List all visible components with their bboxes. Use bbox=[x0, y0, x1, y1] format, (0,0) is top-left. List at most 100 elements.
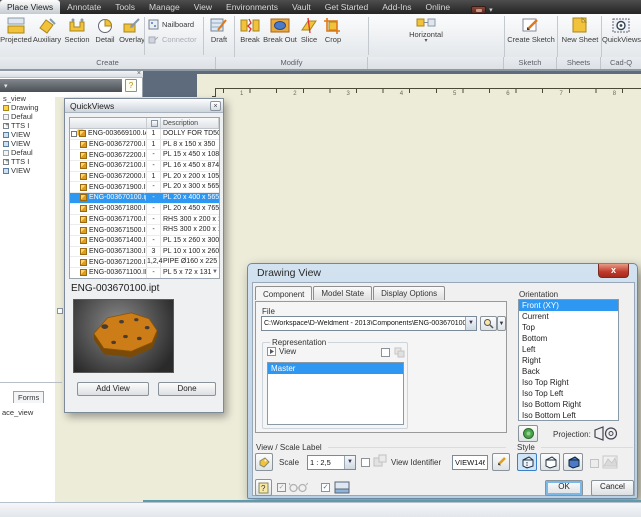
auxiliary-button[interactable]: Auxiliary bbox=[32, 16, 62, 56]
menu-tab[interactable]: Manage bbox=[142, 0, 187, 14]
view-identifier-input[interactable] bbox=[452, 455, 488, 470]
panel-label-modify[interactable]: Modify bbox=[216, 57, 368, 69]
dialog-tab[interactable]: Display Options bbox=[373, 286, 446, 300]
orientation-item[interactable]: Iso Top Left bbox=[519, 388, 618, 399]
style-shaded-button[interactable] bbox=[563, 453, 583, 471]
slice-button[interactable]: Slice bbox=[297, 16, 321, 56]
table-row[interactable]: ENG-003671900.IPT - PL 20 x 300 x 565 bbox=[70, 182, 219, 194]
table-row[interactable]: ENG-003672100.IPT - PL 16 x 450 x 874 bbox=[70, 161, 219, 172]
table-row[interactable]: ENG-003669100.IAM 1 DOLLY FOR TD500 ST.. bbox=[70, 129, 219, 140]
panel-label-cadq[interactable]: Cad-Q bbox=[601, 57, 641, 69]
dialog-tab[interactable]: Component bbox=[255, 286, 313, 300]
menu-tab[interactable]: Place Views bbox=[0, 0, 61, 14]
table-row[interactable]: ENG-003671300.IPT 3 PL 10 x 100 x 260 bbox=[70, 246, 219, 258]
close-icon[interactable]: × bbox=[210, 101, 221, 111]
menu-tab[interactable]: View bbox=[187, 0, 219, 14]
scale-from-base-checkbox[interactable] bbox=[361, 458, 370, 467]
orientation-item[interactable]: Iso Bottom Left bbox=[519, 410, 618, 420]
column-name[interactable] bbox=[70, 118, 147, 128]
horizontal-button[interactable]: Horizontal ▾ bbox=[396, 16, 456, 56]
orientation-item[interactable]: Left bbox=[519, 344, 618, 355]
section-button[interactable]: Section bbox=[62, 16, 92, 56]
table-row[interactable]: ENG-003671400.IPT - PL 15 x 260 x 300 bbox=[70, 235, 219, 247]
orientation-item[interactable]: Right bbox=[519, 355, 618, 366]
dialog-tab[interactable]: Model State bbox=[313, 286, 373, 300]
create-sketch-button[interactable]: Create Sketch bbox=[507, 16, 555, 56]
menu-tab[interactable]: Annotate bbox=[60, 0, 108, 14]
panel-label-sketch[interactable]: Sketch bbox=[504, 57, 557, 69]
style-hidden-line-button[interactable] bbox=[517, 453, 537, 471]
checkbox[interactable] bbox=[71, 130, 77, 137]
orientation-item[interactable]: Front (XY) bbox=[519, 300, 618, 311]
quickviews-title[interactable]: QuickViews bbox=[65, 99, 223, 113]
nailboard-button[interactable]: Nailboard bbox=[148, 18, 200, 31]
break-out-button[interactable]: Break Out bbox=[263, 16, 297, 56]
menu-tab[interactable]: Environments bbox=[219, 0, 285, 14]
panel-label-create[interactable]: Create bbox=[0, 57, 216, 69]
menu-tab[interactable]: Add-Ins bbox=[375, 0, 418, 14]
orientation-item[interactable]: Current bbox=[519, 311, 618, 322]
representation-checkbox[interactable] bbox=[381, 348, 390, 357]
table-row[interactable]: ENG-003670100.ipt - PL 20 x 400 x 565 bbox=[70, 193, 219, 204]
open-existing-file-button[interactable] bbox=[480, 316, 497, 331]
scroll-down-icon[interactable]: ▼ bbox=[212, 269, 218, 275]
help-button[interactable]: ? bbox=[255, 479, 272, 496]
column-description[interactable]: Description bbox=[161, 118, 219, 128]
browser-filter-dropdown[interactable]: ▾ bbox=[0, 79, 122, 92]
close-icon[interactable]: × bbox=[137, 70, 141, 77]
orientation-item[interactable]: Back bbox=[519, 366, 618, 377]
orientation-item[interactable]: Top bbox=[519, 322, 618, 333]
chevron-down-icon[interactable]: ▾ bbox=[489, 6, 493, 14]
table-row[interactable]: ENG-003671700.IPT - RHS 300 x 200 x 16 L… bbox=[70, 214, 219, 226]
orientation-item[interactable]: Bottom bbox=[519, 333, 618, 344]
chevron-down-icon[interactable]: ▼ bbox=[344, 456, 355, 469]
tab-forms[interactable]: Forms bbox=[13, 391, 45, 403]
file-combobox[interactable]: C:\Workspace\D-Weldment - 2013\Component… bbox=[261, 316, 477, 331]
ok-button[interactable]: OK bbox=[545, 480, 583, 496]
ribbon-panel-labels: Create Modify Sketch Sheets Cad-Q bbox=[0, 57, 641, 69]
crop-button[interactable]: Crop bbox=[321, 16, 345, 56]
help-book-icon[interactable]: ? bbox=[125, 79, 137, 92]
menu-tab[interactable]: Get Started bbox=[318, 0, 375, 14]
projected-button[interactable]: Projected bbox=[0, 16, 32, 56]
menu-tab[interactable]: Online bbox=[419, 0, 458, 14]
raster-view-checkbox-disabled[interactable] bbox=[590, 459, 599, 468]
draft-button[interactable]: Draft bbox=[206, 16, 232, 56]
menu-tab[interactable]: Vault bbox=[285, 0, 318, 14]
column-sheet-number[interactable] bbox=[147, 118, 161, 128]
new-sheet-button[interactable]: New Sheet bbox=[559, 16, 601, 56]
overlay-button[interactable]: Overlay bbox=[118, 16, 146, 56]
connector-button[interactable]: Connector bbox=[148, 33, 200, 46]
table-row[interactable]: ENG-003671200.IPT 1,2,4 PIPE Ø160 x 225 bbox=[70, 257, 219, 268]
cancel-button[interactable]: Cancel bbox=[591, 480, 634, 496]
edit-view-label-button[interactable] bbox=[492, 453, 510, 471]
table-row[interactable]: ENG-003672200.IPT - PL 15 x 450 x 1082 bbox=[70, 150, 219, 162]
communication-center-icon[interactable] bbox=[471, 6, 487, 14]
chevron-down-icon[interactable]: ▼ bbox=[465, 317, 476, 330]
orientation-item[interactable]: Iso Top Right bbox=[519, 377, 618, 388]
scale-combobox[interactable]: 1 : 2,5 ▼ bbox=[307, 455, 356, 470]
add-view-button[interactable]: Add View bbox=[77, 382, 149, 396]
table-row[interactable]: ENG-003672000.IPT 1 PL 20 x 200 x 1050 bbox=[70, 171, 219, 183]
quickviews-button[interactable]: QuickViews bbox=[602, 16, 641, 56]
style-hidden-line-removed-button[interactable] bbox=[540, 453, 560, 471]
panel-label-sheets[interactable]: Sheets bbox=[557, 57, 601, 69]
open-file-dropdown[interactable]: ▼ bbox=[497, 316, 506, 331]
associative-checkbox[interactable]: ✓ bbox=[277, 483, 286, 492]
break-button[interactable]: Break bbox=[237, 16, 263, 56]
raster-preview-checkbox[interactable]: ✓ bbox=[321, 483, 330, 492]
representation-item[interactable]: Master bbox=[268, 363, 403, 374]
expander-icon[interactable] bbox=[267, 347, 276, 356]
table-row[interactable]: ENG-003671500.IPT - RHS 300 x 200 x 16 L… bbox=[70, 225, 219, 236]
done-button[interactable]: Done bbox=[158, 382, 216, 396]
menu-tab[interactable]: Tools bbox=[108, 0, 142, 14]
table-row[interactable]: ENG-003672700.IPT 1 PL 8 x 150 x 350 bbox=[70, 139, 219, 151]
orientation-item[interactable]: Iso Bottom Right bbox=[519, 399, 618, 410]
table-row[interactable]: ENG-003671100.IPT - PL 5 x 72 x 131 bbox=[70, 267, 219, 278]
detail-button[interactable]: Detail bbox=[92, 16, 118, 56]
close-button[interactable]: x bbox=[598, 264, 629, 278]
associativity-icon bbox=[394, 347, 405, 358]
table-row[interactable]: ENG-003671800.IPT - PL 20 x 450 x 765 bbox=[70, 203, 219, 215]
change-view-orientation-button[interactable] bbox=[518, 425, 538, 442]
view-label-toggle-button[interactable] bbox=[255, 453, 273, 471]
